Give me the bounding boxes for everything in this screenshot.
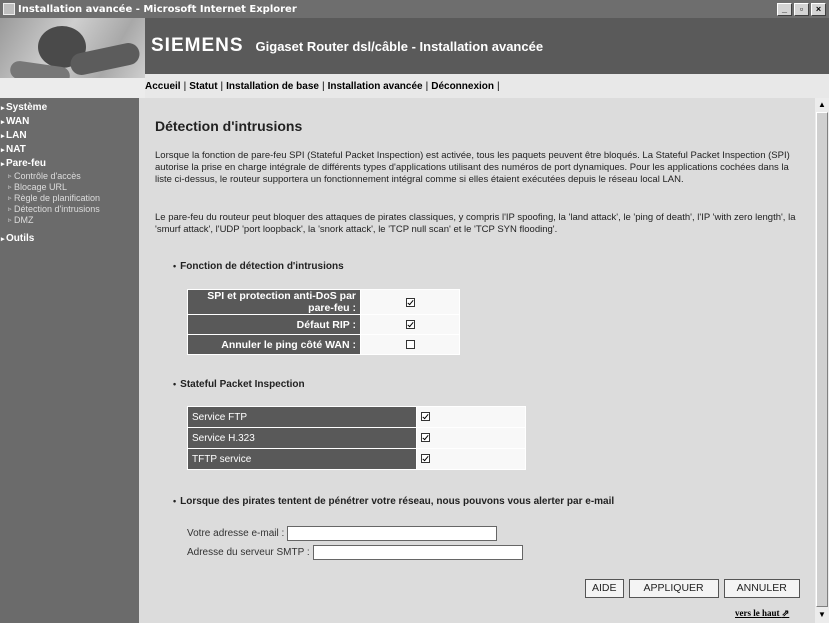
email-row: Votre adresse e-mail : <box>187 526 498 541</box>
service-h323-label: Service H.323 <box>187 427 417 449</box>
scroll-thumb[interactable] <box>816 112 828 607</box>
wan-ping-label: Annuler le ping côté WAN : <box>187 334 361 355</box>
apply-button[interactable]: APPLIQUER <box>628 579 719 598</box>
top-nav: Accueil | Statut | Installation de base … <box>145 74 829 98</box>
nav-accueil[interactable]: Accueil <box>145 81 181 92</box>
bullet-icon: ▹ <box>8 195 12 202</box>
table-row: Service FTP <box>187 406 526 428</box>
attacks-paragraph: Le pare-feu du routeur peut bloquer des … <box>155 212 796 235</box>
action-buttons: AIDE APPLIQUER ANNULER <box>585 579 800 598</box>
nav-statut[interactable]: Statut <box>189 81 217 92</box>
bullet-icon: ▹ <box>8 217 12 224</box>
spi-table: Service FTP Service H.323 TFTP service <box>187 406 526 470</box>
intro-paragraph: Lorsque la fonction de pare-feu SPI (Sta… <box>155 150 790 185</box>
arrow-up-icon: ⇗ <box>781 608 790 618</box>
triangle-icon: ▸ <box>1 119 5 126</box>
cancel-button[interactable]: ANNULER <box>723 579 800 598</box>
help-button[interactable]: AIDE <box>585 579 624 598</box>
sidebar-subitem-blocage-url[interactable]: ▹ Blocage URL <box>0 182 139 193</box>
table-row: SPI et protection anti-DoS par pare-feu … <box>187 289 460 315</box>
triangle-icon: ▸ <box>1 147 5 154</box>
spi-dos-label: SPI et protection anti-DoS par pare-feu … <box>187 289 361 315</box>
bullet-icon: • <box>173 496 177 506</box>
window-title: Installation avancée - Microsoft Interne… <box>18 3 297 15</box>
bullet-icon: • <box>173 261 177 271</box>
table-row: Défaut RIP : <box>187 314 460 335</box>
triangle-icon: ▸ <box>1 161 5 168</box>
scroll-up-arrow-icon[interactable]: ▲ <box>816 99 828 111</box>
section-title-spi: • Stateful Packet Inspection <box>173 379 305 390</box>
bullet-icon: ▹ <box>8 184 12 191</box>
sidebar-subitem-regle-planification[interactable]: ▹ Règle de planification <box>0 193 139 204</box>
sidebar-item-nat[interactable]: ▸ NAT <box>0 143 139 157</box>
sidebar-item-systeme[interactable]: ▸ Système <box>0 101 139 115</box>
maximize-button[interactable]: ▫ <box>794 2 809 16</box>
minimize-button[interactable]: _ <box>777 2 792 16</box>
vertical-scrollbar[interactable]: ▲ ▼ <box>815 98 829 623</box>
table-row: Service H.323 <box>187 427 526 449</box>
sidebar-item-outils[interactable]: ▸ Outils <box>0 232 139 246</box>
bullet-icon: ▹ <box>8 173 12 180</box>
service-ftp-checkbox[interactable] <box>421 412 430 422</box>
tftp-service-checkbox[interactable] <box>421 454 430 464</box>
triangle-icon: ▸ <box>1 105 5 112</box>
sidebar-item-lan[interactable]: ▸ LAN <box>0 129 139 143</box>
sidebar-item-pare-feu[interactable]: ▸ Pare-feu <box>0 157 139 171</box>
sidebar-subitem-dmz[interactable]: ▹ DMZ <box>0 215 139 226</box>
smtp-row: Adresse du serveur SMTP : <box>187 545 523 560</box>
tftp-service-label: TFTP service <box>187 448 417 470</box>
section-title-email-alert: • Lorsque des pirates tentent de pénétrer… <box>173 496 615 507</box>
rip-default-label: Défaut RIP : <box>187 314 361 335</box>
close-button[interactable]: × <box>811 2 826 16</box>
service-h323-checkbox[interactable] <box>421 433 430 443</box>
back-to-top-link[interactable]: vers le haut ⇗ <box>735 608 789 619</box>
triangle-icon: ▸ <box>1 133 5 140</box>
brand-logo: SIEMENS <box>151 35 244 56</box>
spi-dos-checkbox[interactable] <box>405 297 415 307</box>
nav-deconnexion[interactable]: Déconnexion <box>431 81 494 92</box>
nav-installation-avancee[interactable]: Installation avancée <box>328 81 423 92</box>
page-title: Détection d'intrusions <box>155 118 303 134</box>
header-photo <box>0 18 145 98</box>
bullet-icon: ▹ <box>8 206 12 213</box>
email-label: Votre adresse e-mail : <box>187 528 285 539</box>
rip-default-checkbox[interactable] <box>405 320 415 330</box>
wan-ping-checkbox[interactable] <box>405 340 415 350</box>
sidebar-subitem-controle-acces[interactable]: ▹ Contrôle d'accès <box>0 171 139 182</box>
nav-installation-de-base[interactable]: Installation de base <box>226 81 319 92</box>
section-title-intrusion: • Fonction de détection d'intrusions <box>173 261 344 272</box>
sidebar: ▸ Système ▸ WAN ▸ LAN ▸ NAT ▸ Pare-feu ▹ Contr… <box>0 98 139 623</box>
bullet-icon: • <box>173 379 177 389</box>
sidebar-subitem-detection-intrusions[interactable]: ▹ Détection d'intrusions <box>0 204 139 215</box>
ie-icon <box>3 3 15 15</box>
table-row: Annuler le ping côté WAN : <box>187 334 460 355</box>
table-row: TFTP service <box>187 448 526 470</box>
header-banner: SIEMENS Gigaset Router dsl/câble - Insta… <box>145 18 829 74</box>
email-input[interactable] <box>287 526 498 541</box>
scroll-down-arrow-icon[interactable]: ▼ <box>816 609 828 621</box>
main-content: Détection d'intrusions Lorsque la foncti… <box>139 98 815 623</box>
triangle-icon: ▸ <box>1 236 5 243</box>
window-title-bar: Installation avancée - Microsoft Interne… <box>0 0 829 18</box>
smtp-label: Adresse du serveur SMTP : <box>187 547 310 558</box>
service-ftp-label: Service FTP <box>187 406 417 428</box>
smtp-input[interactable] <box>312 545 523 560</box>
intrusion-table: SPI et protection anti-DoS par pare-feu … <box>187 289 460 355</box>
header-subtitle: Gigaset Router dsl/câble - Installation … <box>255 38 544 54</box>
sidebar-item-wan[interactable]: ▸ WAN <box>0 115 139 129</box>
